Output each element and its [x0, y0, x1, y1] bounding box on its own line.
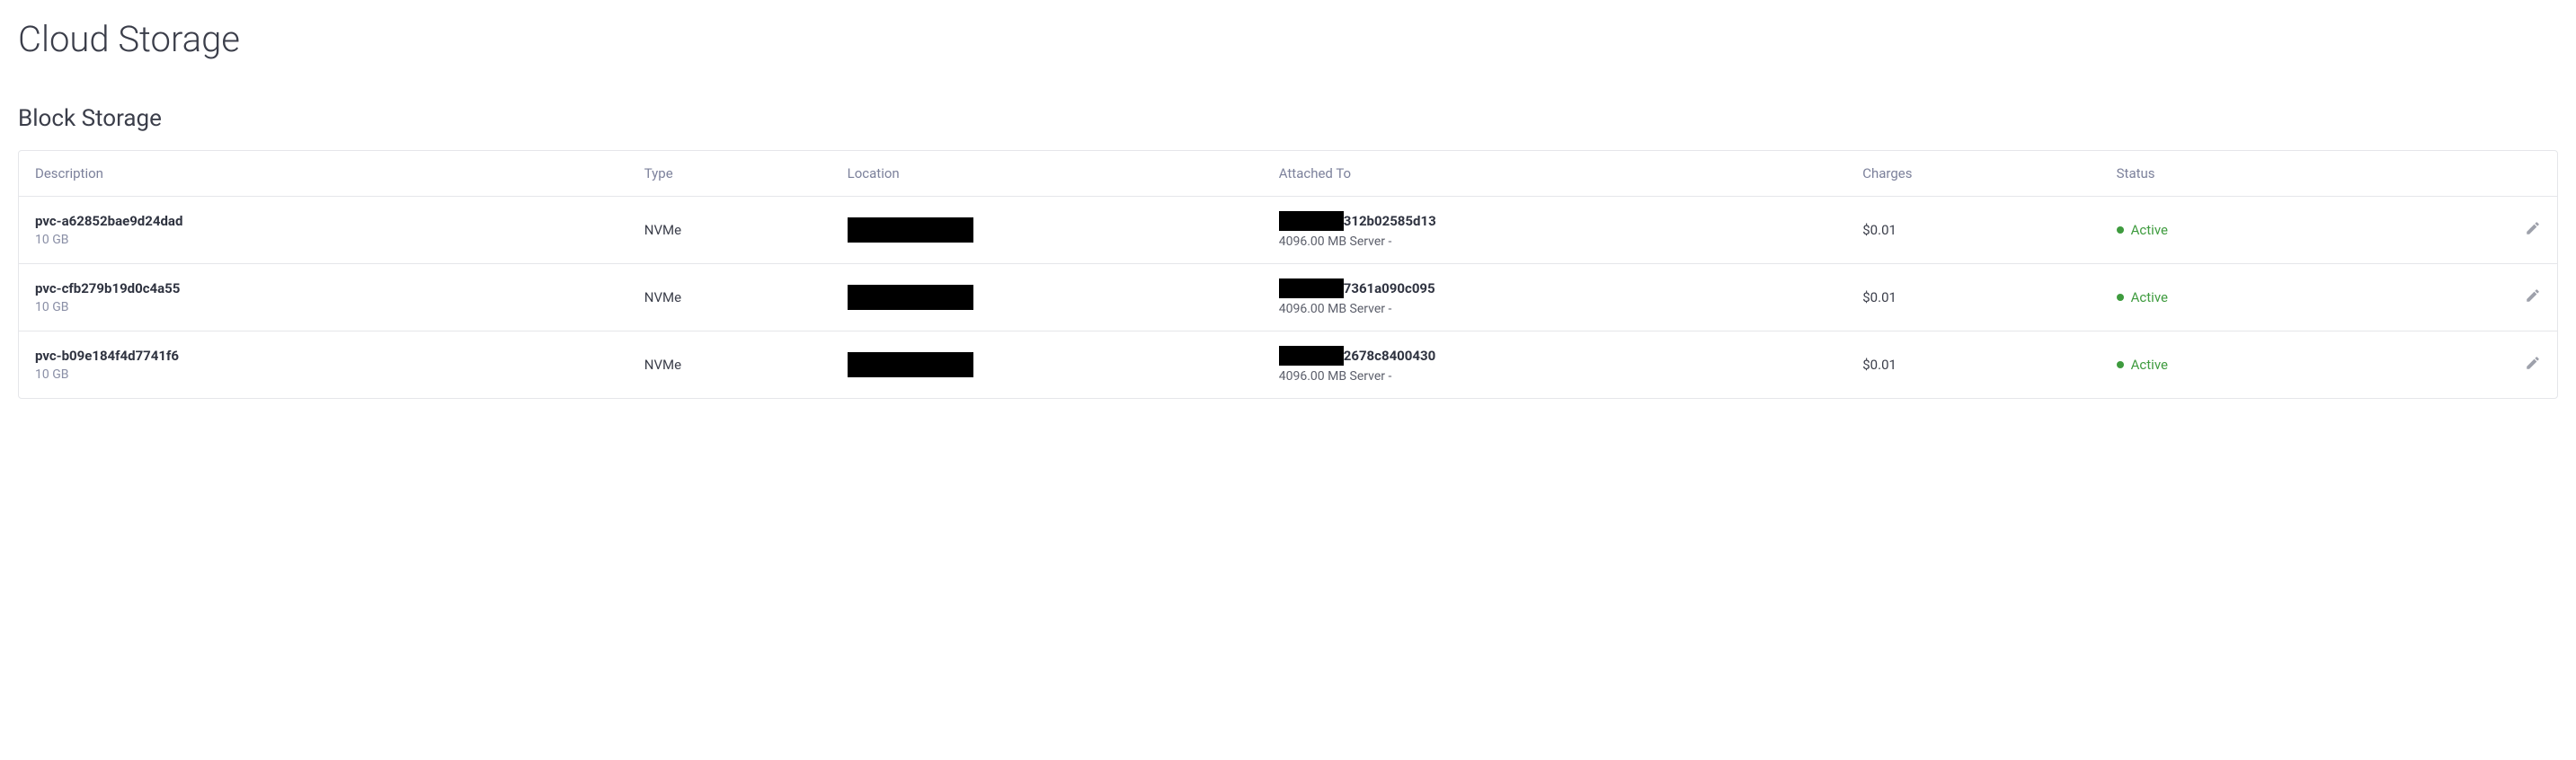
status-label: Active [2131, 289, 2168, 305]
block-storage-table: Description Type Location Attached To Ch… [18, 150, 2558, 399]
table-row[interactable]: pvc-cfb279b19d0c4a55 10 GB NVMe 7361a090… [19, 264, 2557, 331]
volume-name: pvc-b09e184f4d7741f6 [35, 348, 612, 364]
charges: $0.01 [1846, 264, 2100, 331]
volume-type: NVMe [628, 331, 831, 399]
status-dot-icon [2117, 226, 2124, 234]
section-title: Block Storage [18, 105, 2558, 132]
pencil-icon[interactable] [2525, 220, 2541, 236]
header-description: Description [19, 151, 628, 197]
location-redacted [848, 352, 973, 377]
status-label: Active [2131, 222, 2168, 238]
table-row[interactable]: pvc-b09e184f4d7741f6 10 GB NVMe 2678c840… [19, 331, 2557, 399]
server-info: 4096.00 MB Server - [1279, 302, 1831, 316]
server-info: 4096.00 MB Server - [1279, 369, 1831, 384]
volume-size: 10 GB [35, 367, 612, 382]
status-badge: Active [2117, 289, 2414, 305]
charges: $0.01 [1846, 197, 2100, 264]
attached-id-suffix: 2678c8400430 [1344, 348, 1435, 364]
attached-id-suffix: 312b02585d13 [1344, 213, 1436, 229]
volume-type: NVMe [628, 197, 831, 264]
status-dot-icon [2117, 294, 2124, 301]
attached-id-suffix: 7361a090c095 [1344, 280, 1435, 296]
pencil-icon[interactable] [2525, 355, 2541, 371]
location-redacted [848, 217, 973, 243]
volume-size: 10 GB [35, 233, 612, 247]
header-type: Type [628, 151, 831, 197]
status-dot-icon [2117, 361, 2124, 368]
header-location: Location [831, 151, 1263, 197]
table-row[interactable]: pvc-a62852bae9d24dad 10 GB NVMe 312b0258… [19, 197, 2557, 264]
page-title: Cloud Storage [18, 18, 2558, 60]
volume-size: 10 GB [35, 300, 612, 314]
header-charges: Charges [1846, 151, 2100, 197]
status-label: Active [2131, 357, 2168, 373]
charges: $0.01 [1846, 331, 2100, 399]
volume-name: pvc-cfb279b19d0c4a55 [35, 280, 612, 296]
location-redacted [848, 285, 973, 310]
header-status: Status [2101, 151, 2430, 197]
attached-prefix-redacted [1279, 346, 1344, 366]
volume-type: NVMe [628, 264, 831, 331]
pencil-icon[interactable] [2525, 287, 2541, 304]
status-badge: Active [2117, 357, 2414, 373]
attached-prefix-redacted [1279, 211, 1344, 231]
attached-prefix-redacted [1279, 278, 1344, 298]
volume-name: pvc-a62852bae9d24dad [35, 213, 612, 229]
server-info: 4096.00 MB Server - [1279, 234, 1831, 249]
status-badge: Active [2117, 222, 2414, 238]
header-attached-to: Attached To [1263, 151, 1847, 197]
